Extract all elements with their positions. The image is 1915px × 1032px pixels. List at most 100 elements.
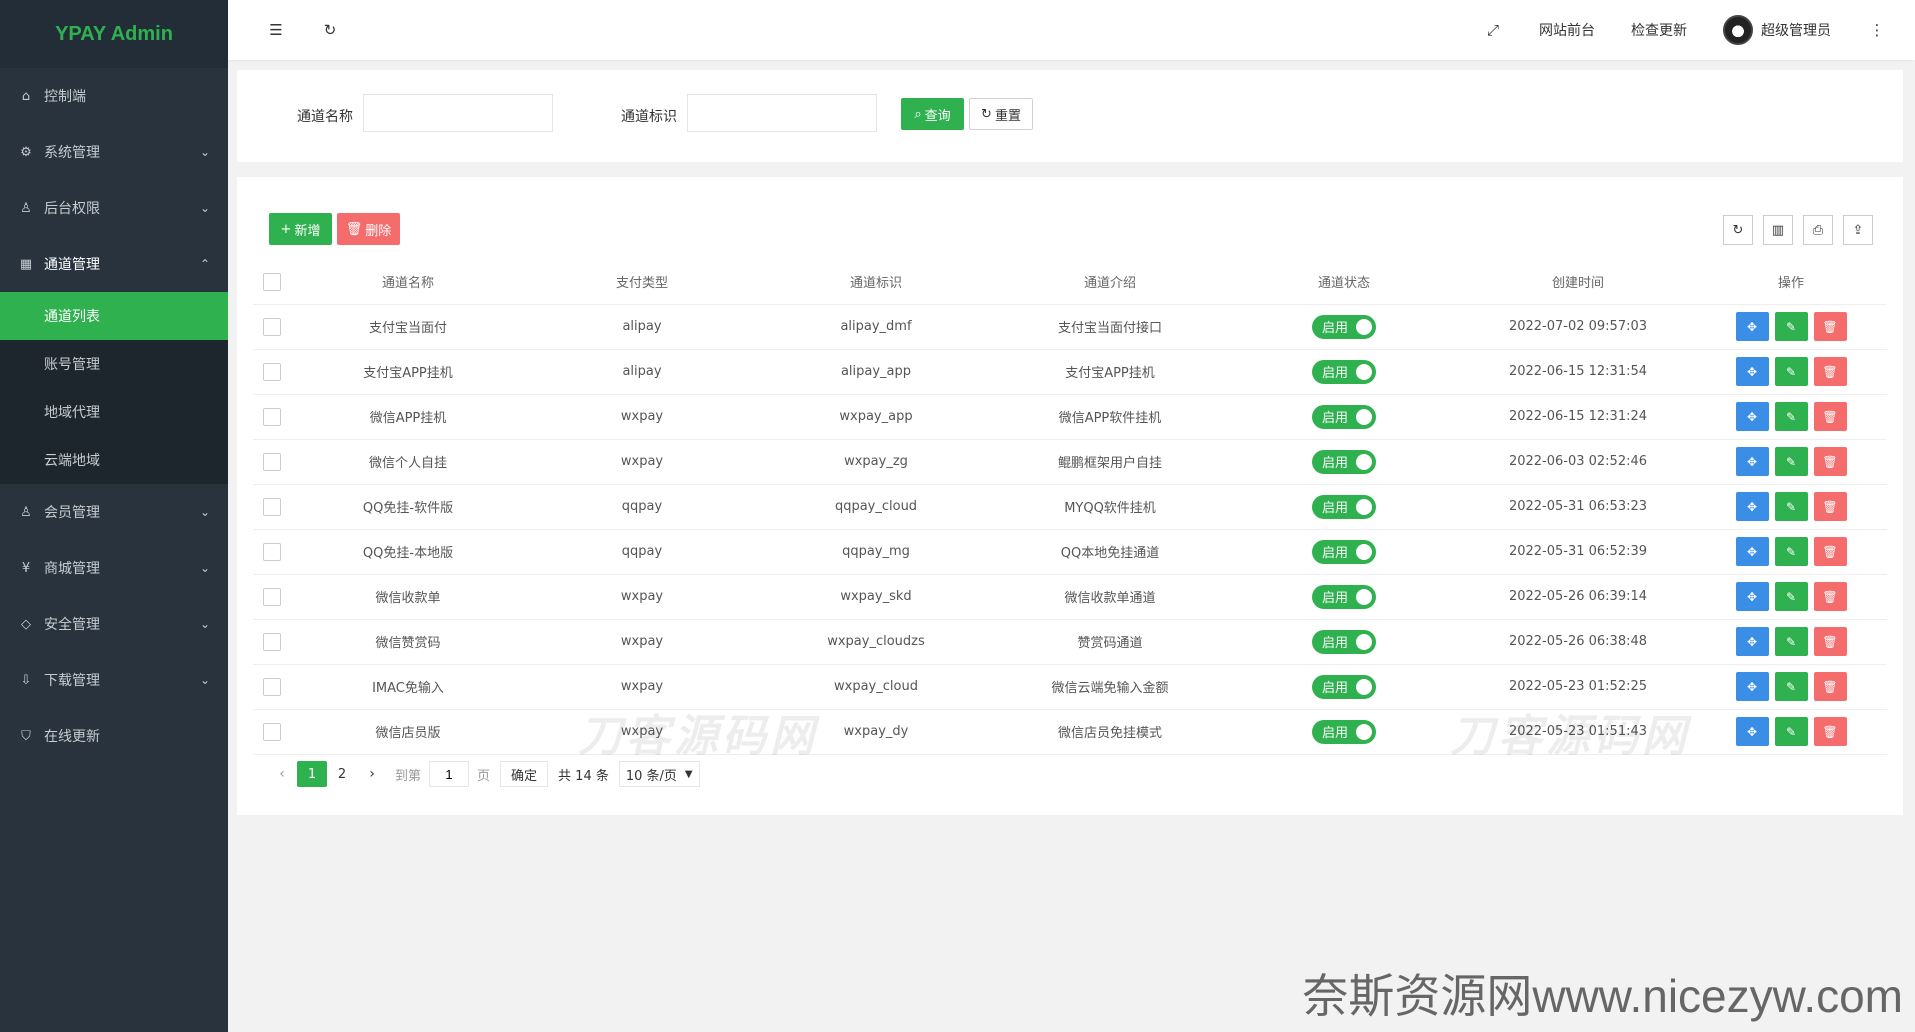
trash-icon[interactable]: 🗑	[1813, 402, 1847, 431]
sidebar-item-permissions[interactable]: ♙ 后台权限 ⌄	[0, 180, 228, 236]
edit-icon[interactable]: ✎	[1774, 672, 1808, 701]
row-checkbox[interactable]	[263, 677, 281, 696]
prev-page-icon[interactable]: ‹	[267, 761, 297, 787]
columns-icon[interactable]: ▥	[1763, 215, 1793, 245]
trash-icon[interactable]: 🗑	[1813, 717, 1847, 746]
edit-icon[interactable]: ✎	[1774, 492, 1808, 521]
check-update-link[interactable]: 检查更新	[1631, 20, 1687, 40]
more-vertical-icon[interactable]: ⋮	[1867, 20, 1887, 40]
status-toggle[interactable]: 启用	[1312, 359, 1376, 384]
add-button[interactable]: + 新增	[269, 213, 332, 245]
trash-icon[interactable]: 🗑	[1813, 672, 1847, 701]
reset-button[interactable]: ↻ 重置	[969, 98, 1033, 130]
site-front-link[interactable]: 网站前台	[1539, 20, 1595, 40]
status-toggle[interactable]: 启用	[1312, 629, 1376, 654]
sidebar-item-members[interactable]: ♙ 会员管理 ⌄	[0, 484, 228, 540]
sidebar-item-online-update[interactable]: ⛉ 在线更新	[0, 708, 228, 764]
row-checkbox[interactable]	[263, 452, 281, 471]
row-checkbox[interactable]	[263, 362, 281, 381]
sidebar-item-mall[interactable]: ¥ 商城管理 ⌄	[0, 540, 228, 596]
move-icon[interactable]: ✥	[1735, 717, 1769, 746]
row-checkbox[interactable]	[263, 632, 281, 651]
sidebar-item-security[interactable]: ◇ 安全管理 ⌄	[0, 596, 228, 652]
column-header[interactable]: 支付类型	[525, 260, 759, 305]
select-all-checkbox[interactable]	[263, 272, 281, 291]
trash-icon[interactable]: 🗑	[1813, 582, 1847, 611]
move-icon[interactable]: ✥	[1735, 582, 1769, 611]
trash-icon[interactable]: 🗑	[1813, 492, 1847, 521]
status-toggle[interactable]: 启用	[1312, 314, 1376, 339]
move-icon[interactable]: ✥	[1735, 672, 1769, 701]
edit-icon[interactable]: ✎	[1774, 357, 1808, 386]
toggle-knob	[1356, 678, 1372, 695]
goto-page-input[interactable]	[429, 761, 470, 787]
move-icon[interactable]: ✥	[1735, 357, 1769, 386]
move-icon[interactable]: ✥	[1735, 447, 1769, 476]
row-checkbox[interactable]	[263, 722, 281, 741]
submenu-item-region-proxy[interactable]: 地域代理	[0, 388, 228, 436]
sidebar-item-dashboard[interactable]: ⌂ 控制端	[0, 68, 228, 124]
channel-name-input[interactable]	[363, 94, 553, 132]
status-toggle[interactable]: 启用	[1312, 404, 1376, 429]
status-toggle[interactable]: 启用	[1312, 539, 1376, 564]
edit-icon[interactable]: ✎	[1774, 717, 1808, 746]
column-header[interactable]: 通道名称	[291, 260, 525, 305]
row-checkbox[interactable]	[263, 407, 281, 426]
page-size-select[interactable]: 10 条/页 ▼	[618, 761, 700, 787]
submenu-item-accounts[interactable]: 账号管理	[0, 340, 228, 388]
edit-icon[interactable]: ✎	[1774, 402, 1808, 431]
column-header[interactable]: 创建时间	[1461, 260, 1695, 305]
move-icon[interactable]: ✥	[1735, 402, 1769, 431]
row-checkbox[interactable]	[263, 587, 281, 606]
sidebar-item-channels[interactable]: ▦ 通道管理 ⌃	[0, 236, 228, 292]
row-checkbox[interactable]	[263, 317, 281, 336]
channel-id-input[interactable]	[687, 94, 877, 132]
edit-icon[interactable]: ✎	[1774, 627, 1808, 656]
status-toggle[interactable]: 启用	[1312, 584, 1376, 609]
row-checkbox[interactable]	[263, 497, 281, 516]
delete-button[interactable]: 🗑 删除	[337, 213, 400, 245]
move-icon[interactable]: ✥	[1735, 312, 1769, 341]
table-panel: + 新增 🗑 删除 ↻ ▥ ⎙ ⇪ 通道名称 支付类型 通道标识 通道介绍 通道…	[237, 177, 1903, 815]
column-header[interactable]: 通道标识	[759, 260, 993, 305]
status-toggle[interactable]: 启用	[1312, 674, 1376, 699]
status-toggle[interactable]: 启用	[1312, 449, 1376, 474]
query-button[interactable]: ⌕ 查询	[901, 98, 964, 130]
edit-icon[interactable]: ✎	[1774, 312, 1808, 341]
sidebar-item-downloads[interactable]: ⇩ 下载管理 ⌄	[0, 652, 228, 708]
trash-icon[interactable]: 🗑	[1813, 537, 1847, 566]
edit-icon[interactable]: ✎	[1774, 537, 1808, 566]
status-toggle[interactable]: 启用	[1312, 494, 1376, 519]
trash-icon[interactable]: 🗑	[1813, 447, 1847, 476]
avatar[interactable]	[1723, 15, 1753, 45]
submenu-item-channel-list[interactable]: 通道列表	[0, 292, 228, 340]
cell-channel-name: QQ免挂-软件版	[291, 484, 525, 530]
move-icon[interactable]: ✥	[1735, 537, 1769, 566]
user-name[interactable]: 超级管理员	[1761, 20, 1831, 40]
refresh-table-icon[interactable]: ↻	[1723, 215, 1753, 245]
row-checkbox[interactable]	[263, 542, 281, 561]
trash-icon[interactable]: 🗑	[1813, 627, 1847, 656]
trash-icon[interactable]: 🗑	[1813, 357, 1847, 386]
refresh-icon[interactable]: ↻	[320, 20, 340, 40]
page-button[interactable]: 2	[327, 761, 357, 787]
edit-icon[interactable]: ✎	[1774, 582, 1808, 611]
fullscreen-icon[interactable]: ⤢	[1483, 20, 1503, 40]
next-page-icon[interactable]: ›	[357, 761, 387, 787]
export-icon[interactable]: ⇪	[1843, 215, 1873, 245]
goto-confirm-button[interactable]: 确定	[500, 761, 549, 787]
cell-created-time: 2022-05-31 06:52:39	[1461, 529, 1695, 575]
move-icon[interactable]: ✥	[1735, 492, 1769, 521]
move-icon[interactable]: ✥	[1735, 627, 1769, 656]
menu-toggle-icon[interactable]: ☰	[266, 20, 286, 40]
sidebar-item-system[interactable]: ⚙ 系统管理 ⌄	[0, 124, 228, 180]
column-header[interactable]: 通道介绍	[993, 260, 1227, 305]
edit-icon[interactable]: ✎	[1774, 447, 1808, 476]
submenu-item-cloud-region[interactable]: 云端地域	[0, 436, 228, 484]
page-button[interactable]: 1	[297, 761, 327, 787]
status-toggle[interactable]: 启用	[1312, 719, 1376, 744]
trash-icon[interactable]: 🗑	[1813, 312, 1847, 341]
column-header[interactable]: 通道状态	[1227, 260, 1461, 305]
cell-channel-code: wxpay_app	[759, 394, 993, 440]
print-icon[interactable]: ⎙	[1803, 215, 1833, 245]
